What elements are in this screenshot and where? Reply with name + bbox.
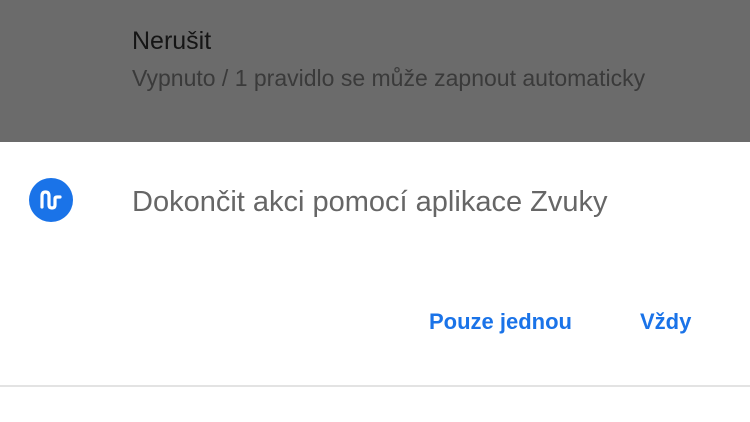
screen: Nerušit Vypnuto / 1 pravidlo se může zap… <box>0 0 750 422</box>
settings-row-subtitle: Vypnuto / 1 pravidlo se může zapnout aut… <box>132 65 646 91</box>
music-note-glyph <box>40 190 62 210</box>
dimmed-settings-row[interactable]: Nerušit Vypnuto / 1 pravidlo se může zap… <box>0 0 750 142</box>
chooser-title: Dokončit akci pomocí aplikace Zvuky <box>132 186 608 218</box>
always-button[interactable]: Vždy <box>634 302 697 342</box>
just-once-button[interactable]: Pouze jednou <box>423 302 578 342</box>
divider <box>0 385 750 387</box>
settings-row-title: Nerušit <box>132 27 212 55</box>
app-chooser-sheet: Dokončit akci pomocí aplikace Zvuky Pouz… <box>0 142 750 422</box>
music-note-icon <box>29 178 73 222</box>
